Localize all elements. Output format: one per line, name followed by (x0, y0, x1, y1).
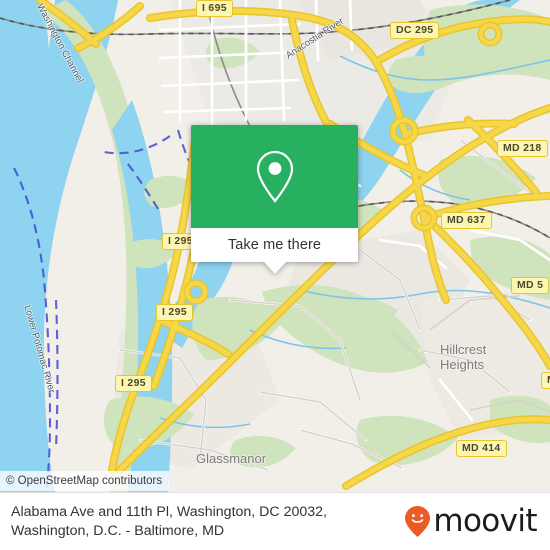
address-line-1: Alabama Ave and 11th Pl, Washington, DC … (11, 503, 328, 520)
moovit-map-screenshot: Washington Channel Lower Potomac River A… (0, 0, 550, 550)
shield-md-414: MD 414 (456, 440, 507, 457)
address-line-2: Washington, D.C. - Baltimore, MD (11, 522, 225, 539)
popup-action-row[interactable]: Take me there (191, 228, 358, 262)
place-label-glassmanor: Glassmanor (196, 451, 267, 466)
moovit-brand[interactable]: moovit (404, 505, 550, 538)
popup-pointer-tail (263, 262, 286, 274)
take-me-there-label: Take me there (227, 237, 322, 253)
map-pin-icon (256, 150, 293, 203)
footer-bar: Alabama Ave and 11th Pl, Washington, DC … (0, 492, 550, 550)
map-canvas[interactable]: Washington Channel Lower Potomac River A… (0, 0, 550, 492)
destination-popup-card[interactable]: Take me there (191, 125, 358, 274)
popup-header (191, 125, 358, 228)
address-block: Alabama Ave and 11th Pl, Washington, DC … (0, 503, 404, 541)
moovit-pin-smiley-icon (405, 506, 431, 537)
shield-i-295-mid: I 295 (156, 304, 193, 321)
osm-attribution[interactable]: © OpenStreetMap contributors (0, 471, 170, 491)
shield-md-637: MD 637 (441, 212, 492, 229)
shield-dc-295: DC 295 (390, 22, 440, 39)
shield-i-295-south: I 295 (115, 375, 152, 392)
place-label-hillcrest-heights: Hillcrest Heights (440, 342, 487, 372)
shield-md-218: MD 218 (497, 140, 548, 157)
moovit-wordmark: moovit (433, 503, 537, 539)
shield-i-695: I 695 (196, 0, 233, 17)
shield-md-5: MD 5 (511, 277, 550, 294)
shield-right-edge-partial: M (541, 372, 550, 389)
